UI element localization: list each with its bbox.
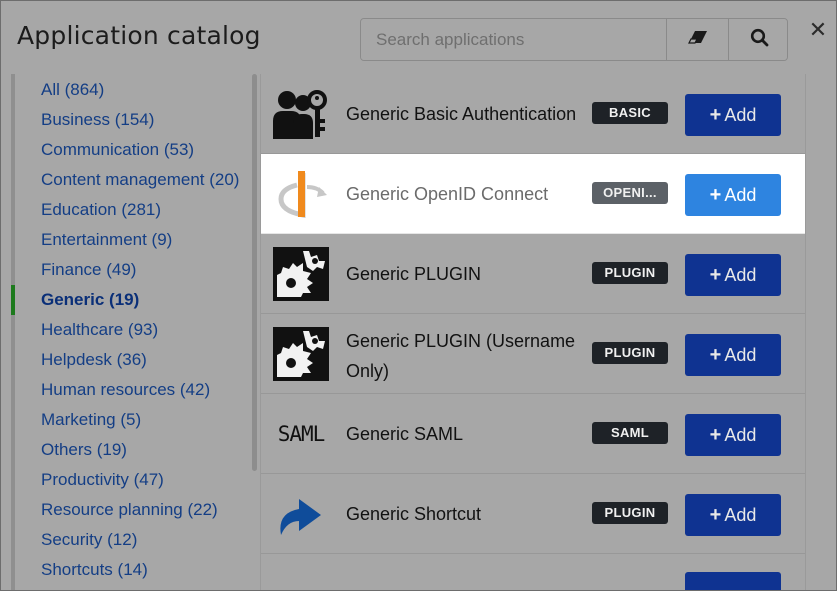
- protocol-badge: PLUGIN: [592, 342, 668, 364]
- category-business[interactable]: Business (154): [41, 110, 154, 130]
- category-productivity[interactable]: Productivity (47): [41, 470, 164, 490]
- add-button-label: Add: [724, 504, 757, 525]
- add-button[interactable]: + Add: [685, 334, 781, 376]
- category-helpdesk[interactable]: Helpdesk (36): [41, 350, 147, 370]
- plus-icon: +: [709, 104, 722, 126]
- app-name: Generic Shortcut: [346, 504, 482, 524]
- add-button-label: Add: [724, 104, 757, 125]
- dialog-title: Application catalog: [17, 21, 261, 50]
- clear-search-button[interactable]: [666, 19, 728, 60]
- openid-icon: [273, 167, 329, 221]
- category-shortcuts[interactable]: Shortcuts (14): [41, 560, 148, 580]
- app-row: Generic Basic Authentication BASIC + Add: [261, 74, 805, 154]
- add-button-partial[interactable]: [685, 572, 781, 590]
- app-row: Generic PLUGIN (Username Only) PLUGIN + …: [261, 314, 805, 394]
- close-icon: ✕: [808, 17, 828, 43]
- category-education[interactable]: Education (281): [41, 200, 161, 220]
- category-healthcare[interactable]: Healthcare (93): [41, 320, 158, 340]
- protocol-badge: BASIC: [592, 102, 668, 124]
- category-others[interactable]: Others (19): [41, 440, 127, 460]
- category-marketing[interactable]: Marketing (5): [41, 410, 141, 430]
- user-key-icon: [273, 87, 329, 141]
- add-button[interactable]: + Add: [685, 414, 781, 456]
- app-name: Generic OpenID Connect: [346, 184, 549, 204]
- add-button[interactable]: + Add: [685, 254, 781, 296]
- category-content-management[interactable]: Content management (20): [41, 170, 239, 190]
- app-name: Generic SAML: [346, 424, 464, 444]
- application-list: Generic Basic Authentication BASIC + Add…: [260, 74, 806, 590]
- category-finance[interactable]: Finance (49): [41, 260, 136, 280]
- add-button-label: Add: [724, 344, 757, 365]
- active-category-indicator: [11, 285, 15, 315]
- sidebar-border: [11, 74, 15, 590]
- eraser-icon: [687, 30, 708, 49]
- add-button[interactable]: + Add: [685, 94, 781, 136]
- shortcut-arrow-icon: [273, 487, 329, 541]
- protocol-badge: SAML: [592, 422, 668, 444]
- magnifier-icon: [750, 28, 769, 52]
- category-human-resources[interactable]: Human resources (42): [41, 380, 210, 400]
- app-name: Generic PLUGIN: [346, 264, 482, 284]
- search-bar: [360, 18, 788, 61]
- plus-icon: +: [709, 504, 722, 526]
- sidebar-scrollbar[interactable]: [252, 74, 257, 471]
- category-generic[interactable]: Generic (19): [41, 290, 139, 310]
- search-input[interactable]: [361, 19, 666, 60]
- app-row: SAML Generic SAML SAML + Add: [261, 394, 805, 474]
- protocol-badge: OPENI...: [592, 182, 668, 204]
- add-button-label: Add: [724, 264, 757, 285]
- plugin-gear-icon: [273, 327, 329, 381]
- category-security[interactable]: Security (12): [41, 530, 137, 550]
- category-resource-planning[interactable]: Resource planning (22): [41, 500, 218, 520]
- search-button[interactable]: [728, 19, 787, 60]
- app-row: Generic PLUGIN PLUGIN + Add: [261, 234, 805, 314]
- plugin-gear-icon: [273, 247, 329, 301]
- plus-icon: +: [709, 344, 722, 366]
- plus-icon: +: [709, 264, 722, 286]
- app-name: Generic PLUGIN (Username Only): [346, 331, 576, 381]
- saml-icon: SAML: [273, 407, 329, 461]
- app-name: Generic Basic Authentication: [346, 104, 577, 124]
- close-button[interactable]: ✕: [807, 17, 829, 43]
- protocol-badge: PLUGIN: [592, 502, 668, 524]
- add-button-label: Add: [724, 424, 757, 445]
- plus-icon: +: [709, 184, 722, 206]
- add-button[interactable]: + Add: [685, 494, 781, 536]
- application-catalog-dialog: Application catalog ✕ All (8: [0, 0, 837, 591]
- category-sidebar: All (864) Business (154) Communication (…: [11, 74, 257, 590]
- category-entertainment[interactable]: Entertainment (9): [41, 230, 172, 250]
- add-button-label: Add: [724, 184, 757, 205]
- saml-logo-text: SAML: [277, 422, 326, 446]
- category-communication[interactable]: Communication (53): [41, 140, 194, 160]
- category-all[interactable]: All (864): [41, 80, 104, 100]
- plus-icon: +: [709, 424, 722, 446]
- protocol-badge: PLUGIN: [592, 262, 668, 284]
- add-button[interactable]: + Add: [685, 174, 781, 216]
- app-row-highlighted: Generic OpenID Connect OPENI... + Add: [261, 154, 805, 234]
- app-row: Generic Shortcut PLUGIN + Add: [261, 474, 805, 554]
